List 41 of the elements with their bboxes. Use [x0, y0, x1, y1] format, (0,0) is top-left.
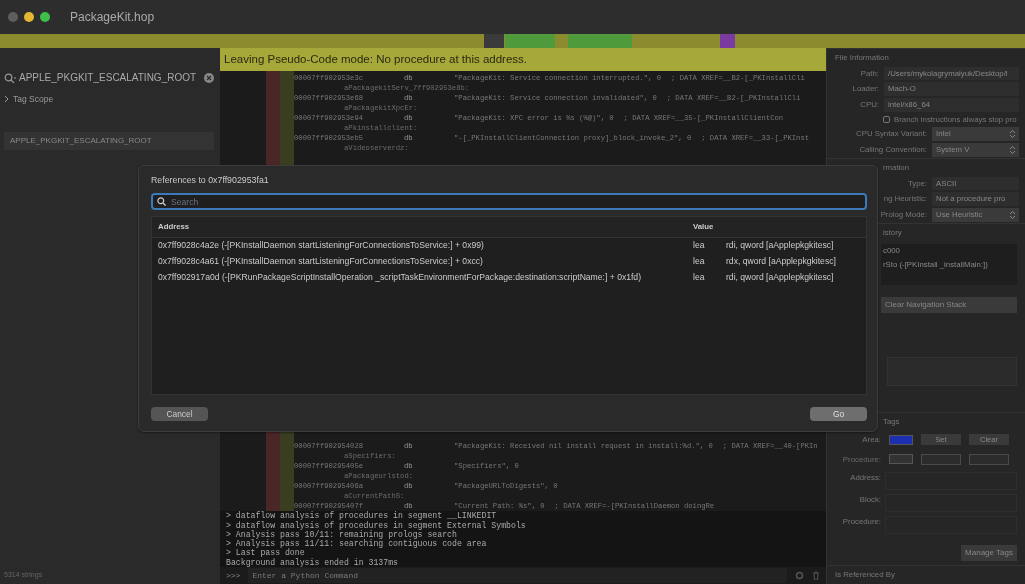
panel-button[interactable]: Clear Navigation Stack: [881, 296, 1017, 313]
console-line: > Last pass done: [226, 548, 305, 558]
cancel-button[interactable]: Cancel: [151, 407, 208, 421]
panel-button[interactable]: Manage Tags: [961, 545, 1017, 562]
updown-icon: [1010, 145, 1015, 154]
updown-icon: [1010, 130, 1015, 139]
minimize-button[interactable]: [24, 12, 34, 22]
operand-cell[interactable]: rdx, qword [aApplepkgkitesc]: [726, 255, 836, 269]
search-field[interactable]: APPLE_PKGKIT_ESCALATING_ROOT: [4, 70, 214, 85]
dialog-title: References to 0x7ff902953fa1: [151, 174, 270, 187]
zoom-button[interactable]: [40, 12, 50, 22]
mnemonic-cell[interactable]: lea: [693, 239, 726, 253]
checkbox[interactable]: [883, 116, 890, 124]
console-line: > Analysis pass 10/11: remaining prologs search: [226, 529, 457, 540]
clear-icon[interactable]: [204, 72, 214, 83]
console-input[interactable]: Enter a Python Command: [248, 568, 787, 583]
console-line: > dataflow analysis of procedures in segment __LINKEDIT: [226, 511, 498, 521]
mnemonic-cell[interactable]: lea: [693, 271, 726, 285]
updown-icon: [1010, 210, 1015, 219]
address-cell[interactable]: 0x7ff9028c4a2e (-[PKInstallDaemon startListeningForConnectionsToService:] + 0x99): [158, 239, 693, 253]
color-swatch[interactable]: [889, 434, 913, 445]
search-field[interactable]: Search: [151, 193, 867, 211]
gear-icon[interactable]: [795, 571, 804, 580]
search-icon: [4, 72, 16, 83]
window-title: PackageKit.hop: [70, 9, 155, 26]
scope-toggle[interactable]: Tag Scope: [4, 93, 214, 106]
address-cell[interactable]: 0x7ff9028c4a61 (-[PKInstallDaemon startListeningForConnectionsToService:] + 0xcc): [158, 255, 693, 269]
console-line: > Analysis pass 11/11: searching contiguous code area: [226, 539, 488, 549]
trash-icon[interactable]: [812, 571, 820, 580]
operand-cell[interactable]: rdi, qword [aApplepkgkitesc]: [726, 239, 834, 253]
sidebar-item[interactable]: APPLE_PKGKIT_ESCALATING_ROOT: [4, 131, 214, 150]
console-line: > dataflow analysis of procedures in segment External Symbols: [226, 520, 527, 530]
console-line: Background analysis ended in 3137ms: [226, 557, 399, 567]
address-cell[interactable]: 0x7ff902917a0d (-[PKRunPackageScriptInstallOperation _scriptTaskEnvironmentForPackage:destination:scriptName:] + 0x1fd): [158, 271, 693, 285]
notice-banner: Leaving Pseudo-Code mode: No procedure at this address.: [220, 48, 826, 72]
operand-cell[interactable]: rdi, qword [aApplepkgkitesc]: [726, 271, 834, 285]
console-prompt: >>>: [226, 569, 241, 582]
chevron-icon: [4, 96, 9, 103]
go-button[interactable]: Go: [810, 407, 867, 421]
close-button[interactable]: [8, 12, 18, 22]
mnemonic-cell[interactable]: lea: [693, 255, 726, 269]
